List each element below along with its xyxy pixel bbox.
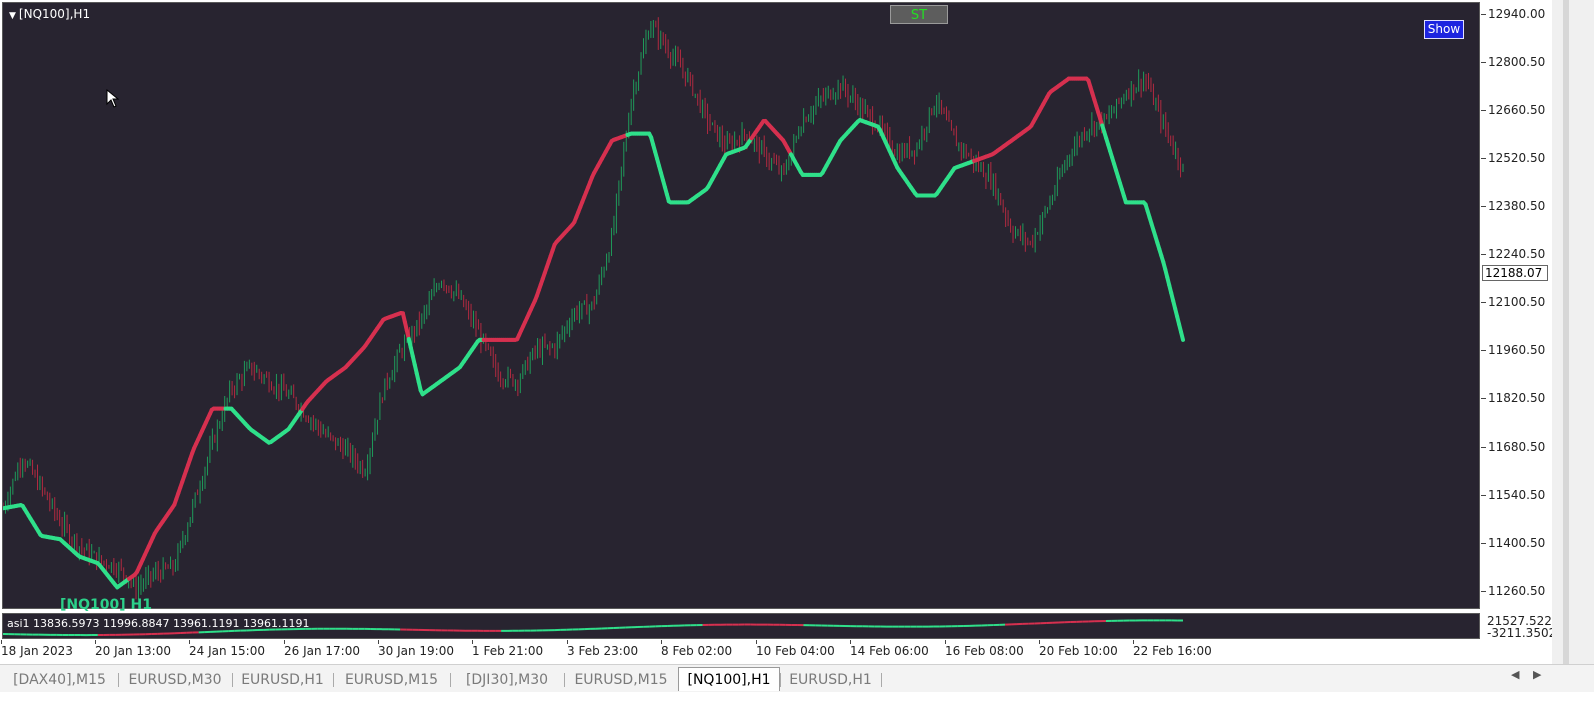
price-axis-tick xyxy=(1481,158,1486,159)
show-button[interactable]: Show xyxy=(1424,20,1464,39)
indicator-pane[interactable]: asi1 13836.5973 11996.8847 13961.1191 13… xyxy=(2,613,1480,639)
price-axis-label: 12800.50 xyxy=(1488,55,1546,69)
chart-tab[interactable]: EURUSD,M15 xyxy=(333,669,450,691)
chart-symbol-label: [NQ100],H1 xyxy=(18,7,91,21)
tab-separator xyxy=(881,673,882,687)
price-axis-label: 12380.50 xyxy=(1488,199,1546,213)
vertical-scrollbar[interactable] xyxy=(1563,0,1569,664)
chart-tab[interactable]: [DAX40],M15 xyxy=(1,669,118,691)
chart-title: ▼ [NQ100],H1 xyxy=(9,7,90,21)
time-axis-label: 1 Feb 21:00 xyxy=(472,644,544,658)
price-axis-label: 11400.50 xyxy=(1488,536,1546,550)
indicator-label: asi1 13836.5973 11996.8847 13961.1191 13… xyxy=(7,617,310,630)
price-axis-label: 11960.50 xyxy=(1488,343,1546,357)
price-axis-label: 11260.50 xyxy=(1488,584,1546,598)
chart-tab-bar: [DAX40],M15 EURUSD,M30 EURUSD,H1 EURUSD,M15… xyxy=(0,664,1594,692)
price-axis-tick xyxy=(1481,398,1486,399)
time-axis-label: 20 Jan 13:00 xyxy=(95,644,171,658)
current-price-label: 12188.07 xyxy=(1482,265,1548,281)
price-chart-canvas[interactable] xyxy=(3,3,1479,608)
price-axis-tick xyxy=(1481,254,1486,255)
time-axis-label: 10 Feb 04:00 xyxy=(756,644,835,658)
vertical-scroll-area xyxy=(1552,0,1594,664)
time-axis-label: 8 Feb 02:00 xyxy=(661,644,733,658)
time-axis-label: 26 Jan 17:00 xyxy=(284,644,360,658)
price-axis[interactable]: 12940.00 12800.50 12660.50 12520.50 12380.50… xyxy=(1481,0,1552,640)
chart-tab[interactable]: EURUSD,M30 xyxy=(118,669,232,691)
price-axis-tick xyxy=(1481,495,1486,496)
bottom-strip xyxy=(0,692,1594,714)
chart-tab[interactable]: EURUSD,H1 xyxy=(780,669,881,691)
price-axis-tick xyxy=(1481,110,1486,111)
chart-tab[interactable]: [DJI30],M30 xyxy=(450,669,564,691)
price-axis-label: 12520.50 xyxy=(1488,151,1546,165)
time-axis-label: 3 Feb 23:00 xyxy=(567,644,639,658)
price-axis-label: 12660.50 xyxy=(1488,103,1546,117)
price-axis-tick xyxy=(1481,14,1486,15)
time-axis-label: 16 Feb 08:00 xyxy=(945,644,1024,658)
price-axis-tick xyxy=(1481,206,1486,207)
tab-scroll-left-icon[interactable]: ◀ xyxy=(1511,668,1519,681)
price-axis-label: 12240.50 xyxy=(1488,247,1546,261)
tab-scroll-right-icon[interactable]: ▶ xyxy=(1533,668,1541,681)
time-axis-label: 14 Feb 06:00 xyxy=(850,644,929,658)
supertrend-bull-segment xyxy=(1179,330,1185,342)
indicator-axis-bottom: -3211.3502 xyxy=(1487,626,1557,640)
price-axis-label: 12100.50 xyxy=(1488,295,1546,309)
time-axis-label: 24 Jan 15:00 xyxy=(189,644,265,658)
price-axis-tick xyxy=(1481,543,1486,544)
chart-window[interactable]: ▼ [NQ100],H1 ST Show [NQ100] H1 asi1 1383… xyxy=(0,0,1560,664)
price-axis-tick xyxy=(1481,302,1486,303)
price-axis-label: 12940.00 xyxy=(1488,7,1546,21)
price-axis-tick xyxy=(1481,591,1486,592)
time-axis[interactable]: 18 Jan 2023 20 Jan 13:00 24 Jan 15:00 26 Ja… xyxy=(0,640,1552,664)
price-axis-tick xyxy=(1481,62,1486,63)
price-axis-tick xyxy=(1481,447,1486,448)
mouse-cursor-icon xyxy=(106,89,120,108)
price-axis-label: 11540.50 xyxy=(1488,488,1546,502)
chart-menu-triangle-icon[interactable]: ▼ xyxy=(9,11,16,21)
chart-tab[interactable]: EURUSD,M15 xyxy=(564,669,678,691)
time-axis-label: 18 Jan 2023 xyxy=(1,644,73,658)
price-axis-label: 11680.50 xyxy=(1488,440,1546,454)
st-button[interactable]: ST xyxy=(890,5,948,24)
price-chart-pane[interactable]: ▼ [NQ100],H1 ST Show [NQ100] H1 xyxy=(2,2,1480,613)
time-axis-label: 20 Feb 10:00 xyxy=(1039,644,1118,658)
price-axis-label: 11820.50 xyxy=(1488,391,1546,405)
chart-tab[interactable]: [NQ100],H1 xyxy=(678,667,780,691)
time-axis-label: 22 Feb 16:00 xyxy=(1133,644,1212,658)
chart-tab[interactable]: EURUSD,H1 xyxy=(232,669,333,691)
symbol-watermark: [NQ100] H1 xyxy=(60,597,152,613)
price-axis-tick xyxy=(1481,350,1486,351)
time-axis-label: 30 Jan 19:00 xyxy=(378,644,454,658)
